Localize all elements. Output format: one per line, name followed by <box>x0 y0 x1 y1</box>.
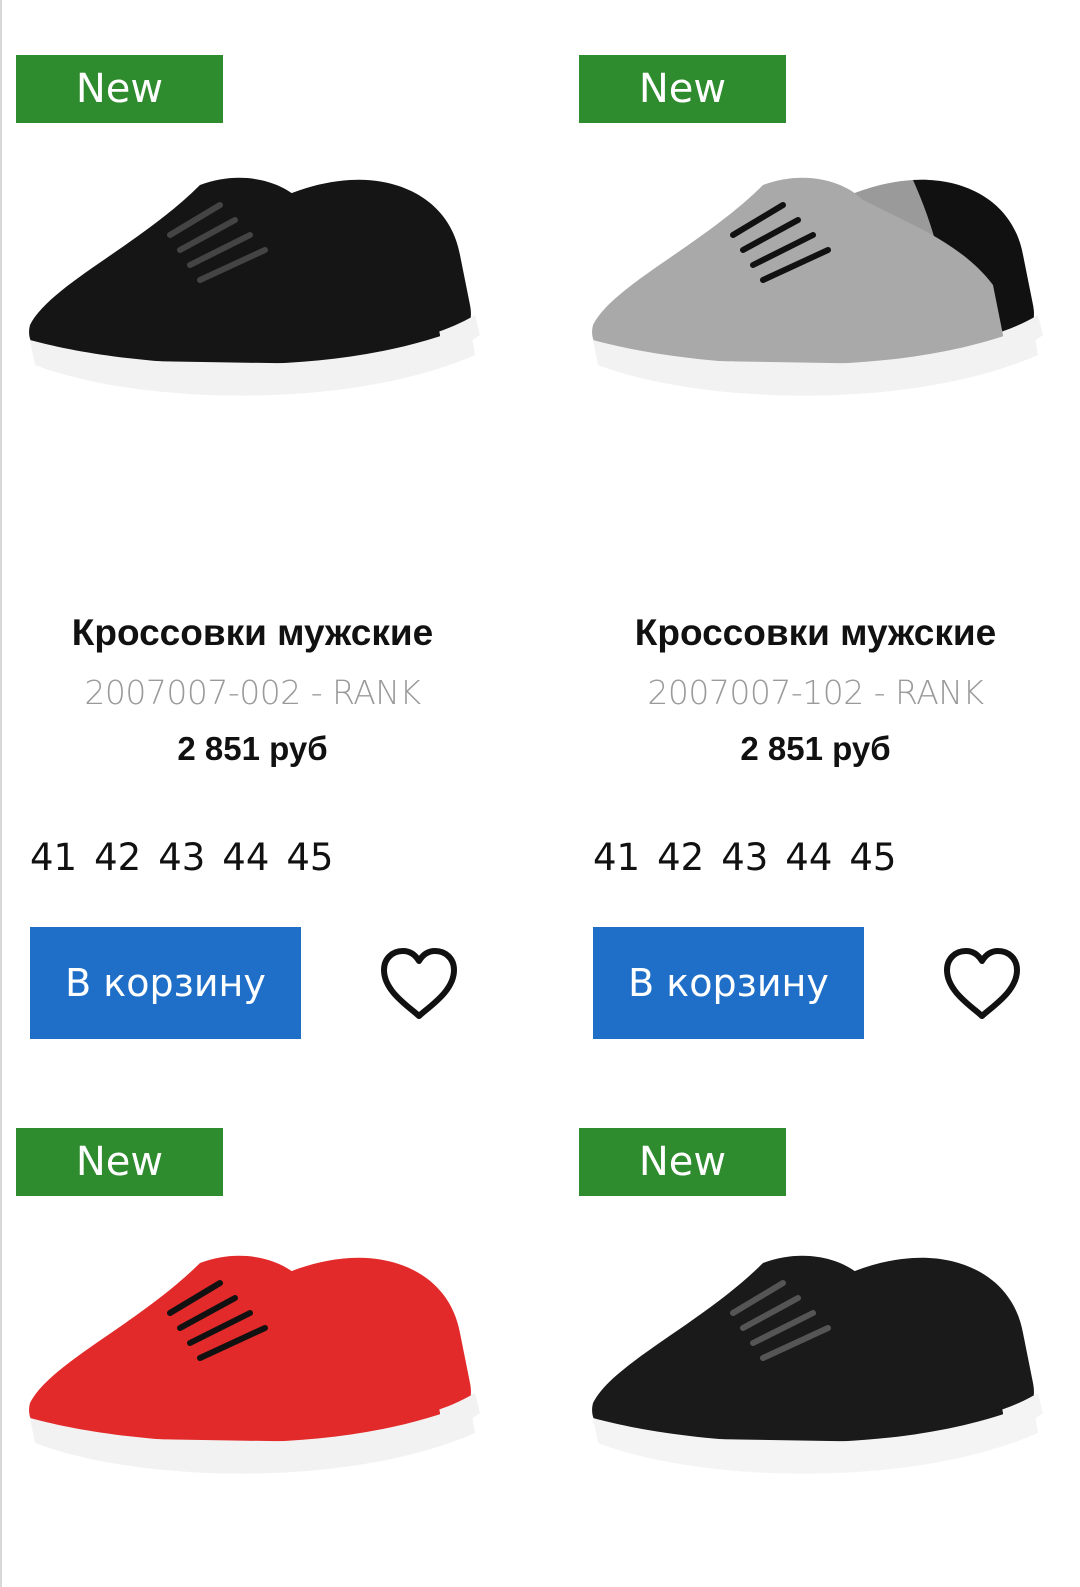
new-badge: New <box>579 55 786 123</box>
new-badge: New <box>579 1128 786 1196</box>
product-image[interactable] <box>20 165 490 405</box>
product-title[interactable]: Кроссовки мужские <box>563 612 1068 654</box>
add-to-cart-button[interactable]: В корзину <box>30 927 301 1039</box>
size-list: 41 42 43 44 45 <box>593 836 896 879</box>
product-price: 2 851 руб <box>177 730 328 767</box>
product-sku: 2007007-102 - RANK <box>647 673 984 712</box>
add-to-cart-button[interactable]: В корзину <box>593 927 864 1039</box>
size-option[interactable]: 44 <box>222 836 269 879</box>
size-option[interactable]: 44 <box>785 836 832 879</box>
size-list: 41 42 43 44 45 <box>30 836 333 879</box>
size-option[interactable]: 42 <box>657 836 704 879</box>
heart-icon[interactable] <box>378 946 460 1022</box>
size-option[interactable]: 41 <box>593 836 640 879</box>
size-option[interactable]: 45 <box>286 836 333 879</box>
new-badge: New <box>16 55 223 123</box>
heart-icon[interactable] <box>941 946 1023 1022</box>
size-option[interactable]: 43 <box>721 836 768 879</box>
product-image[interactable] <box>20 1243 490 1483</box>
size-option[interactable]: 42 <box>94 836 141 879</box>
new-badge: New <box>16 1128 223 1196</box>
size-option[interactable]: 41 <box>30 836 77 879</box>
product-image[interactable] <box>583 1243 1053 1483</box>
size-option[interactable]: 45 <box>849 836 896 879</box>
product-price: 2 851 руб <box>740 730 891 767</box>
product-sku: 2007007-002 - RANK <box>84 673 421 712</box>
size-option[interactable]: 43 <box>158 836 205 879</box>
left-edge-divider <box>0 0 2 1587</box>
product-image[interactable] <box>583 165 1053 405</box>
product-title[interactable]: Кроссовки мужские <box>0 612 505 654</box>
